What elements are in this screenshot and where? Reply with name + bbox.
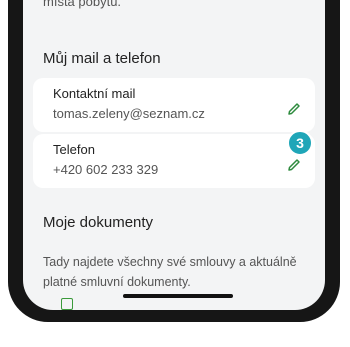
- address-description-tail: místa pobytu.: [43, 0, 122, 9]
- document-icon: [61, 298, 73, 310]
- email-value: tomas.zeleny@seznam.cz: [53, 106, 205, 121]
- phone-label: Telefon: [53, 142, 95, 157]
- tutorial-step-badge: 3: [287, 130, 313, 156]
- edit-email-button[interactable]: [283, 98, 305, 120]
- documents-section-title: Moje dokumenty: [43, 214, 154, 231]
- email-card[interactable]: Kontaktní mail tomas.zeleny@seznam.cz: [33, 78, 315, 132]
- pencil-icon: [288, 103, 300, 115]
- edit-phone-button[interactable]: [283, 154, 305, 176]
- phone-card[interactable]: Telefon +420 602 233 329: [33, 134, 315, 188]
- email-label: Kontaktní mail: [53, 86, 136, 101]
- pencil-icon: [288, 159, 300, 171]
- contact-section-title: Můj mail a telefon: [43, 50, 161, 67]
- documents-description: Tady najdete všechny své smlouvy a aktuá…: [43, 255, 297, 289]
- app-screen: místa pobytu. Můj mail a telefon Kontakt…: [23, 0, 325, 310]
- phone-value: +420 602 233 329: [53, 162, 159, 177]
- home-indicator[interactable]: [123, 294, 233, 298]
